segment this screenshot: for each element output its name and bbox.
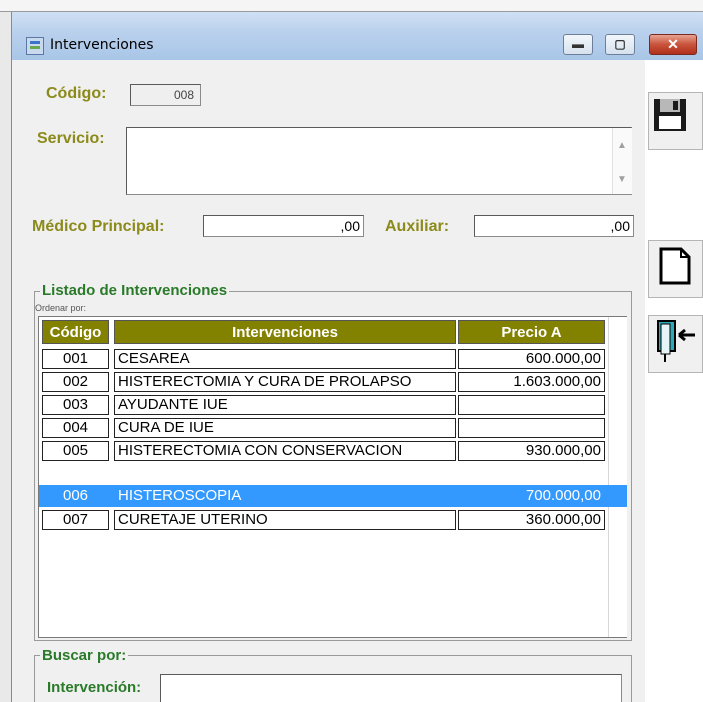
- ordenar-label: Ordenar por:: [35, 303, 87, 313]
- table-row-intervencion[interactable]: CESAREA: [114, 349, 456, 369]
- table-row-precio[interactable]: 1.603.000,00: [458, 372, 605, 392]
- maximize-button[interactable]: ▢: [605, 34, 635, 55]
- table-row-codigo[interactable]: 004: [42, 418, 109, 438]
- table-row-intervencion[interactable]: AYUDANTE IUE: [114, 395, 456, 415]
- medico-principal-field[interactable]: ,00: [203, 215, 364, 237]
- table-row-precio[interactable]: [458, 395, 605, 415]
- servicio-textarea[interactable]: [126, 127, 632, 195]
- intervencion-search-label: Intervención:: [47, 679, 142, 696]
- table-row-codigo[interactable]: 005: [42, 441, 109, 461]
- left-edge: [0, 12, 11, 702]
- table-row-codigo[interactable]: 001: [42, 349, 109, 369]
- scroll-down-icon[interactable]: ▼: [617, 174, 627, 185]
- app-icon: [26, 37, 44, 55]
- exit-door-icon: [657, 320, 695, 362]
- codigo-label: Código:: [46, 85, 107, 102]
- table-row-codigo[interactable]: 007: [42, 510, 109, 530]
- listado-group-title: Listado de Intervenciones: [40, 282, 230, 299]
- grid-scrollbar[interactable]: [608, 317, 627, 637]
- new-document-icon: [659, 247, 691, 285]
- close-icon: ✕: [667, 36, 679, 52]
- table-row-codigo[interactable]: 002: [42, 372, 109, 392]
- save-button[interactable]: [648, 92, 703, 150]
- intervencion-search-input[interactable]: [160, 674, 622, 702]
- maximize-icon: ▢: [614, 37, 626, 51]
- minimize-icon: ▬: [572, 37, 584, 51]
- table-row-precio[interactable]: 360.000,00: [458, 510, 605, 530]
- exit-button[interactable]: [648, 315, 703, 373]
- table-row-precio[interactable]: 600.000,00: [458, 349, 605, 369]
- table-row-intervencion-selected[interactable]: HISTEROSCOPIA: [114, 486, 456, 506]
- servicio-label: Servicio:: [37, 130, 105, 147]
- table-row-precio[interactable]: 930.000,00: [458, 441, 605, 461]
- scroll-up-icon[interactable]: ▲: [617, 140, 627, 151]
- minimize-button[interactable]: ▬: [563, 34, 593, 55]
- table-row-codigo[interactable]: 003: [42, 395, 109, 415]
- right-toolbar-panel: [645, 60, 703, 702]
- auxiliar-label: Auxiliar:: [385, 218, 450, 235]
- column-header-precio[interactable]: Precio A: [458, 320, 605, 344]
- table-row-intervencion[interactable]: HISTERECTOMIA CON CONSERVACION: [114, 441, 456, 461]
- medico-principal-label: Médico Principal:: [32, 218, 165, 235]
- auxiliar-field[interactable]: ,00: [474, 215, 634, 237]
- table-row-intervencion[interactable]: CURETAJE UTERINO: [114, 510, 456, 530]
- table-row-intervencion[interactable]: HISTERECTOMIA Y CURA DE PROLAPSO: [114, 372, 456, 392]
- column-header-codigo[interactable]: Código: [42, 320, 109, 344]
- codigo-field[interactable]: 008: [130, 84, 201, 106]
- table-row-codigo-selected[interactable]: 006: [42, 486, 109, 506]
- table-row-precio[interactable]: [458, 418, 605, 438]
- buscar-group-title: Buscar por:: [40, 647, 129, 664]
- table-row-precio-selected[interactable]: 700.000,00: [458, 486, 605, 506]
- save-icon: [654, 99, 686, 131]
- close-button[interactable]: ✕: [649, 34, 697, 55]
- table-row-intervencion[interactable]: CURA DE IUE: [114, 418, 456, 438]
- new-button[interactable]: [648, 240, 703, 298]
- column-header-intervenciones[interactable]: Intervenciones: [114, 320, 456, 344]
- window-title: Intervenciones: [50, 37, 154, 53]
